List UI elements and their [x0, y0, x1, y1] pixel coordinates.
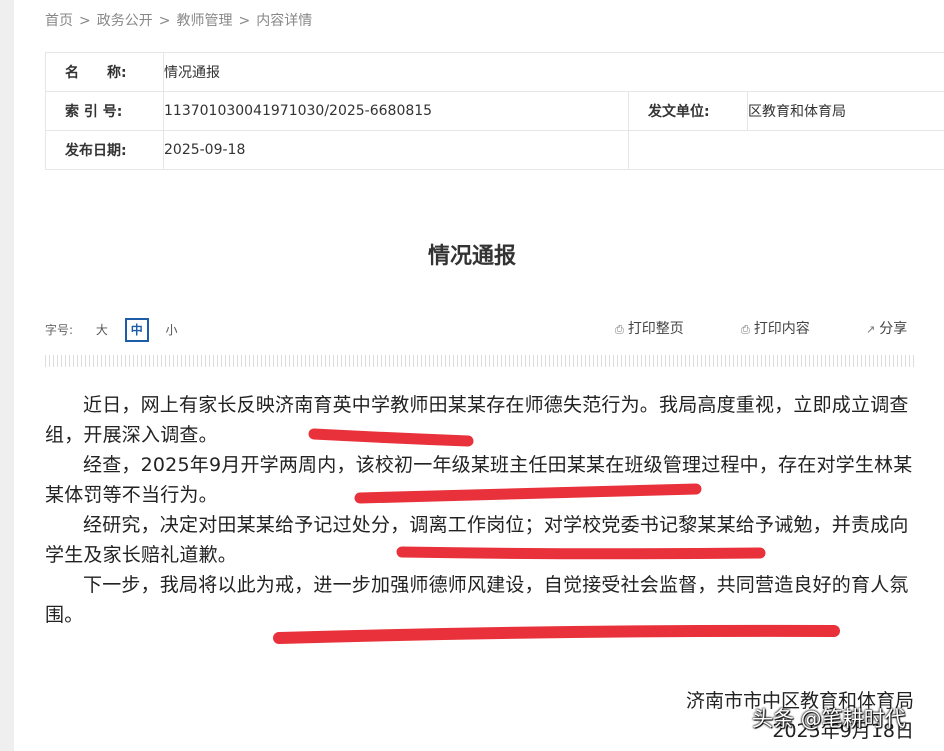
font-size-large-button[interactable]: 大 [91, 319, 113, 341]
meta-name-value: 情况通报 [163, 52, 944, 92]
red-underline-4 [273, 624, 840, 644]
print-content-button[interactable]: ⎙ 打印内容 [741, 318, 810, 338]
breadcrumb-home[interactable]: 首页 [45, 13, 73, 29]
printer-icon: ⎙ [741, 323, 750, 336]
meta-index-label: 索 引 号: [45, 91, 164, 131]
left-rail [0, 0, 14, 751]
breadcrumb-separator: > [158, 13, 171, 29]
print-content-label: 打印内容 [753, 321, 810, 337]
divider-hatch [45, 355, 915, 367]
breadcrumb-separator: > [79, 13, 91, 29]
meta-date-value: 2025-09-18 [163, 130, 629, 170]
font-size-small-button[interactable]: 小 [161, 319, 183, 341]
meta-row-index: 索 引 号: 113701030041971030/2025-6680815 发… [45, 91, 944, 131]
breadcrumb-current: 内容详情 [256, 13, 313, 29]
meta-issuer-label: 发文单位: [628, 91, 748, 131]
article-title: 情况通报 [427, 244, 516, 269]
breadcrumb-gov-affairs[interactable]: 政务公开 [97, 13, 153, 29]
font-size-label: 字号: [45, 323, 74, 337]
breadcrumb-separator: > [238, 13, 251, 29]
breadcrumb: 首页 > 政务公开 > 教师管理 > 内容详情 [45, 10, 312, 30]
share-button[interactable]: ↗ 分享 [866, 318, 907, 338]
watermark: 头条 @笔耕时代 [752, 707, 906, 731]
breadcrumb-teacher-management[interactable]: 教师管理 [176, 13, 232, 29]
paragraph: 经查，2025年9月开学两周内，该校初一年级某班主任田某某在班级管理过程中，存在… [45, 454, 913, 506]
meta-index-value: 113701030041971030/2025-6680815 [163, 91, 629, 131]
meta-empty-cell [628, 130, 944, 170]
meta-row-name: 名 称: 情况通报 [45, 52, 944, 92]
font-size-control: 字号: 大 中 小 [45, 318, 183, 342]
paragraph: 下一步，我局将以此为戒，进一步加强师德师风建设，自觉接受社会监督，共同营造良好的… [45, 574, 909, 626]
font-size-medium-button[interactable]: 中 [124, 318, 149, 342]
document-meta-table: 名 称: 情况通报 索 引 号: 113701030041971030/2025… [45, 52, 944, 170]
share-icon: ↗ [866, 323, 876, 336]
meta-issuer-value: 区教育和体育局 [747, 91, 944, 131]
paragraph: 近日，网上有家长反映济南育英中学教师田某某存在师德失范行为。我局高度重视，立即成… [45, 394, 909, 446]
meta-date-label: 发布日期: [45, 130, 164, 170]
print-page-label: 打印整页 [627, 321, 684, 337]
print-page-button[interactable]: ⎙ 打印整页 [615, 318, 684, 338]
printer-icon: ⎙ [615, 323, 624, 336]
article-body: 近日，网上有家长反映济南育英中学教师田某某存在师德失范行为。我局高度重视，立即成… [45, 390, 915, 630]
share-label: 分享 [879, 321, 908, 337]
paragraph: 经研究，决定对田某某给予记过处分，调离工作岗位；对学校党委书记黎某某给予诫勉，并… [45, 514, 909, 566]
meta-row-date: 发布日期: 2025-09-18 [45, 130, 944, 170]
meta-name-label: 名 称: [45, 52, 164, 92]
